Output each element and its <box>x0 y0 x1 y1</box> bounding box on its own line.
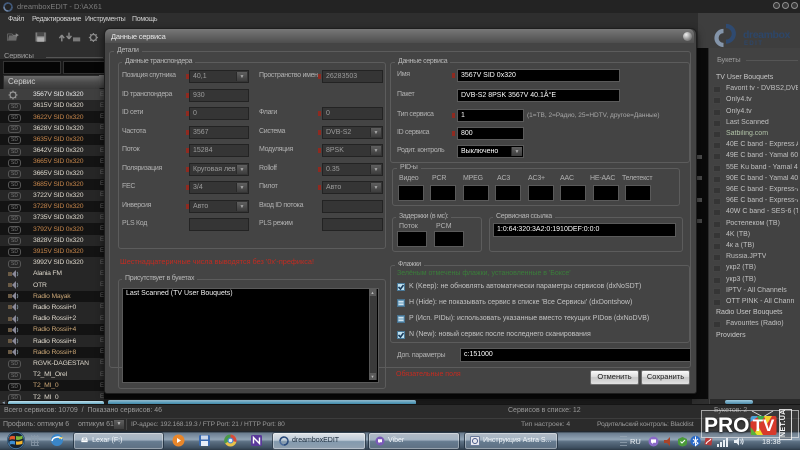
svg-text:TV: TV <box>753 416 775 435</box>
